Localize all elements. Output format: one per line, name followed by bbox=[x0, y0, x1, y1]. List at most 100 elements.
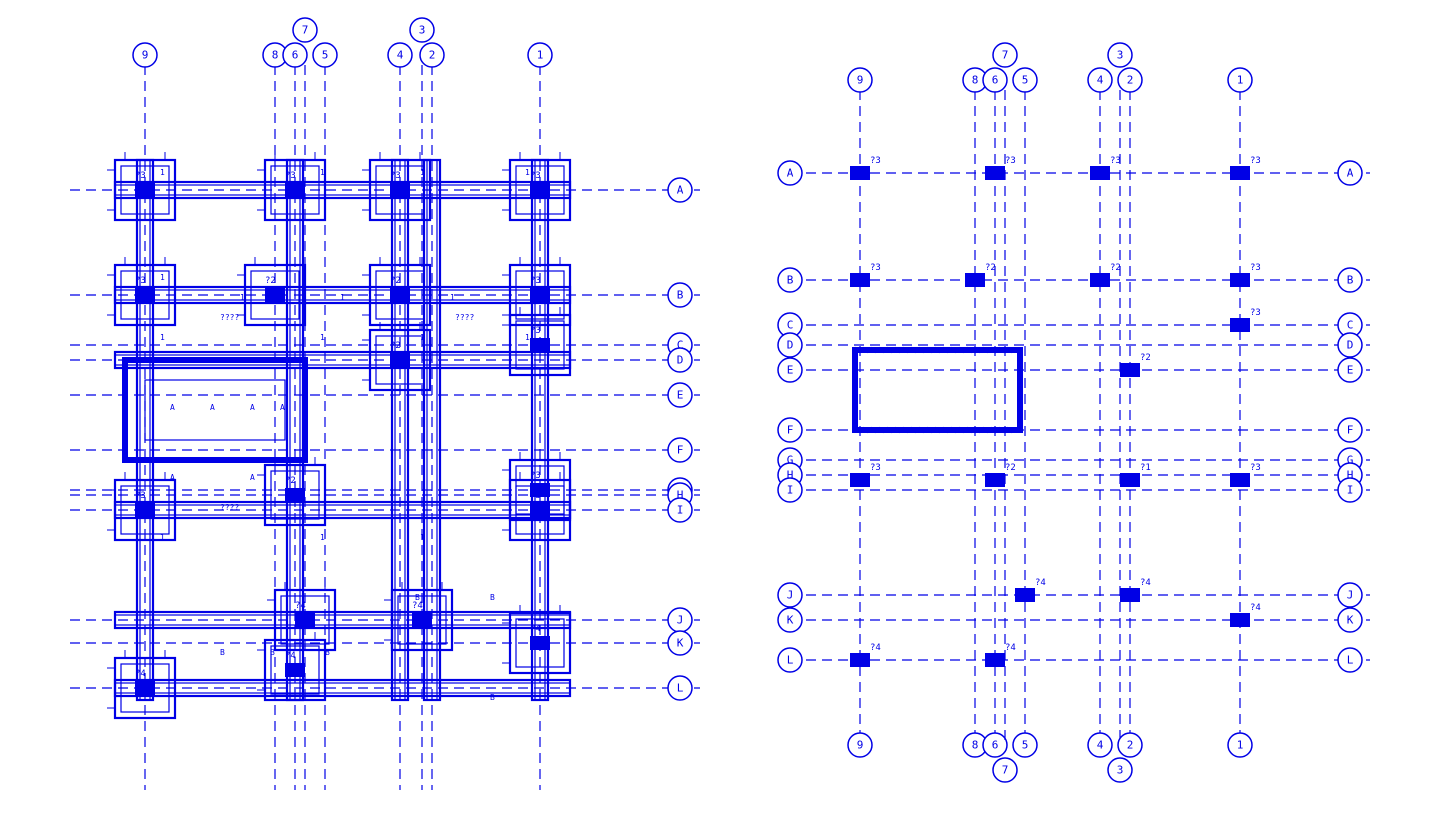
grid-label: E bbox=[677, 389, 684, 402]
grid-label: C bbox=[1347, 319, 1354, 332]
section-note: 1 bbox=[320, 533, 325, 542]
column bbox=[965, 273, 985, 287]
column bbox=[985, 653, 1005, 667]
grid-label: 5 bbox=[1022, 739, 1029, 752]
column-mark: ?4 bbox=[870, 643, 881, 653]
grid-label: K bbox=[677, 637, 684, 650]
column-mark: ?4 bbox=[135, 669, 146, 679]
grid-label: B bbox=[787, 274, 794, 287]
column-mark: ?4 bbox=[412, 601, 423, 611]
grid-label: 7 bbox=[1002, 764, 1009, 777]
grid-label: D bbox=[677, 354, 684, 367]
column-mark: ?3 bbox=[1250, 463, 1261, 473]
grid-label: L bbox=[787, 654, 794, 667]
grid-label: F bbox=[1347, 424, 1354, 437]
column-mark: ?3 bbox=[1005, 156, 1016, 166]
column bbox=[1230, 166, 1250, 180]
section-note: 1 bbox=[420, 168, 425, 177]
section-note: 1 bbox=[340, 293, 345, 302]
section-note: ???? bbox=[220, 313, 239, 322]
shear-wall-inner bbox=[145, 380, 285, 440]
grid-label: 4 bbox=[1097, 739, 1104, 752]
grid-label: 7 bbox=[302, 24, 309, 37]
grid-label: 1 bbox=[1237, 74, 1244, 87]
column bbox=[390, 183, 410, 197]
column-mark: ?3 bbox=[870, 263, 881, 273]
column-mark: ?3 bbox=[285, 171, 296, 181]
column-mark: ?4 bbox=[1140, 578, 1151, 588]
column bbox=[390, 353, 410, 367]
column bbox=[1230, 273, 1250, 287]
section-note: A bbox=[250, 403, 255, 412]
column-mark: ?4 bbox=[295, 601, 306, 611]
section-note: A bbox=[210, 403, 215, 412]
section-note: B bbox=[490, 693, 495, 702]
grid-label: K bbox=[1347, 614, 1354, 627]
section-note: ???? bbox=[455, 313, 474, 322]
column-mark: ?3 bbox=[1250, 308, 1261, 318]
column bbox=[1230, 613, 1250, 627]
section-note: 1 bbox=[240, 293, 245, 302]
column bbox=[985, 473, 1005, 487]
column-mark: ?3 bbox=[390, 171, 401, 181]
grid-label: 6 bbox=[292, 49, 299, 62]
grid-label: C bbox=[787, 319, 794, 332]
column bbox=[135, 288, 155, 302]
grid-label: 3 bbox=[419, 24, 426, 37]
section-note: A bbox=[250, 473, 255, 482]
grid-label: 9 bbox=[142, 49, 149, 62]
column bbox=[1090, 166, 1110, 180]
column bbox=[850, 273, 870, 287]
column-mark: ?3 bbox=[530, 326, 541, 336]
column-mark: ?2 bbox=[265, 276, 276, 286]
column-mark: ?3 bbox=[530, 276, 541, 286]
grid-label: I bbox=[677, 504, 684, 517]
section-note: 1 bbox=[160, 168, 165, 177]
column-mark: ?2 bbox=[985, 263, 996, 273]
grid-label: 1 bbox=[537, 49, 544, 62]
section-note: 1 bbox=[160, 273, 165, 282]
grid-label: 6 bbox=[992, 739, 999, 752]
grid-label: B bbox=[1347, 274, 1354, 287]
column bbox=[285, 488, 305, 502]
grid-label: 3 bbox=[1117, 764, 1124, 777]
column-mark: ?2 bbox=[390, 276, 401, 286]
grid-label: A bbox=[1347, 167, 1354, 180]
column bbox=[985, 166, 1005, 180]
column-mark: ?3 bbox=[870, 156, 881, 166]
column-mark: ?2 bbox=[1140, 353, 1151, 363]
column-mark: ?3 bbox=[1250, 156, 1261, 166]
column bbox=[1120, 588, 1140, 602]
column bbox=[1090, 273, 1110, 287]
grid-label: D bbox=[787, 339, 794, 352]
grid-label: I bbox=[1347, 484, 1354, 497]
grid-label: 9 bbox=[857, 74, 864, 87]
section-note: A bbox=[280, 403, 285, 412]
column bbox=[390, 288, 410, 302]
column bbox=[1230, 473, 1250, 487]
grid-label: K bbox=[787, 614, 794, 627]
column-mark: ?2 bbox=[285, 476, 296, 486]
grid-label: L bbox=[1347, 654, 1354, 667]
section-note: 1 bbox=[420, 533, 425, 542]
column bbox=[265, 288, 285, 302]
column-mark: ?3 bbox=[530, 471, 541, 481]
column bbox=[412, 613, 432, 627]
column bbox=[1120, 473, 1140, 487]
section-note: B bbox=[270, 648, 275, 657]
column bbox=[850, 653, 870, 667]
column bbox=[135, 183, 155, 197]
column-mark: ?3 bbox=[135, 276, 146, 286]
section-note: A bbox=[170, 473, 175, 482]
section-note: 1 bbox=[160, 533, 165, 542]
grid-label: 2 bbox=[1127, 74, 1134, 87]
column bbox=[530, 338, 550, 352]
grid-label: 6 bbox=[992, 74, 999, 87]
column bbox=[135, 681, 155, 695]
section-note: 1 bbox=[320, 333, 325, 342]
column-mark: ?3 bbox=[135, 491, 146, 501]
grid-label: I bbox=[787, 484, 794, 497]
column-mark: ?2 bbox=[1005, 463, 1016, 473]
grid-label: 4 bbox=[1097, 74, 1104, 87]
grid-label: 8 bbox=[272, 49, 279, 62]
